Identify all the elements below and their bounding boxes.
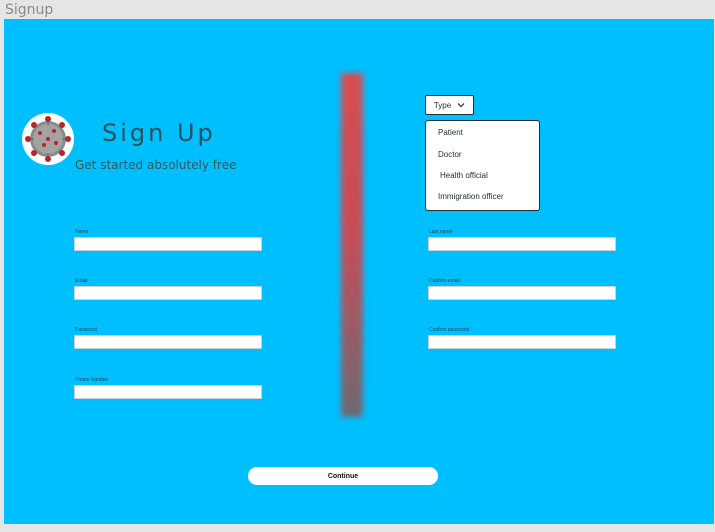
email-label: Email <box>75 278 88 284</box>
confirm-email-label: Confirm email <box>429 278 460 284</box>
signup-frame: Sign Up Get started absolutely free Name… <box>4 19 714 524</box>
menu-item-patient[interactable]: Patient <box>438 128 463 137</box>
confirm-email-field[interactable] <box>428 286 616 300</box>
divider-bar <box>341 73 363 417</box>
phone-number-label: Phone Number <box>75 377 109 383</box>
page-subtitle: Get started absolutely free <box>75 158 237 172</box>
type-dropdown-menu: Patient Doctor Health official Immigrati… <box>425 120 540 211</box>
menu-item-immigration-officer[interactable]: Immigration officer <box>438 192 504 201</box>
phone-number-field[interactable] <box>74 385 262 399</box>
window-title: Signup <box>5 2 54 18</box>
email-field[interactable] <box>74 286 262 300</box>
type-dropdown-button[interactable]: Type <box>425 95 474 115</box>
name-label: Name <box>75 229 89 235</box>
confirm-password-field[interactable] <box>428 335 616 349</box>
last-name-field[interactable] <box>428 237 616 251</box>
type-dropdown-label: Type <box>433 100 452 110</box>
password-field[interactable] <box>74 335 262 349</box>
coronavirus-icon <box>22 113 74 165</box>
last-name-label: Last name <box>429 229 453 235</box>
name-field[interactable] <box>74 237 262 251</box>
page-title: Sign Up <box>102 119 216 147</box>
password-label: Password <box>75 327 97 333</box>
chevron-down-icon <box>457 103 465 108</box>
confirm-password-label: Confirm password <box>429 327 470 333</box>
continue-button[interactable]: Continue <box>248 467 438 485</box>
menu-item-health-official[interactable]: Health official <box>440 171 488 180</box>
menu-item-doctor[interactable]: Doctor <box>438 150 462 159</box>
